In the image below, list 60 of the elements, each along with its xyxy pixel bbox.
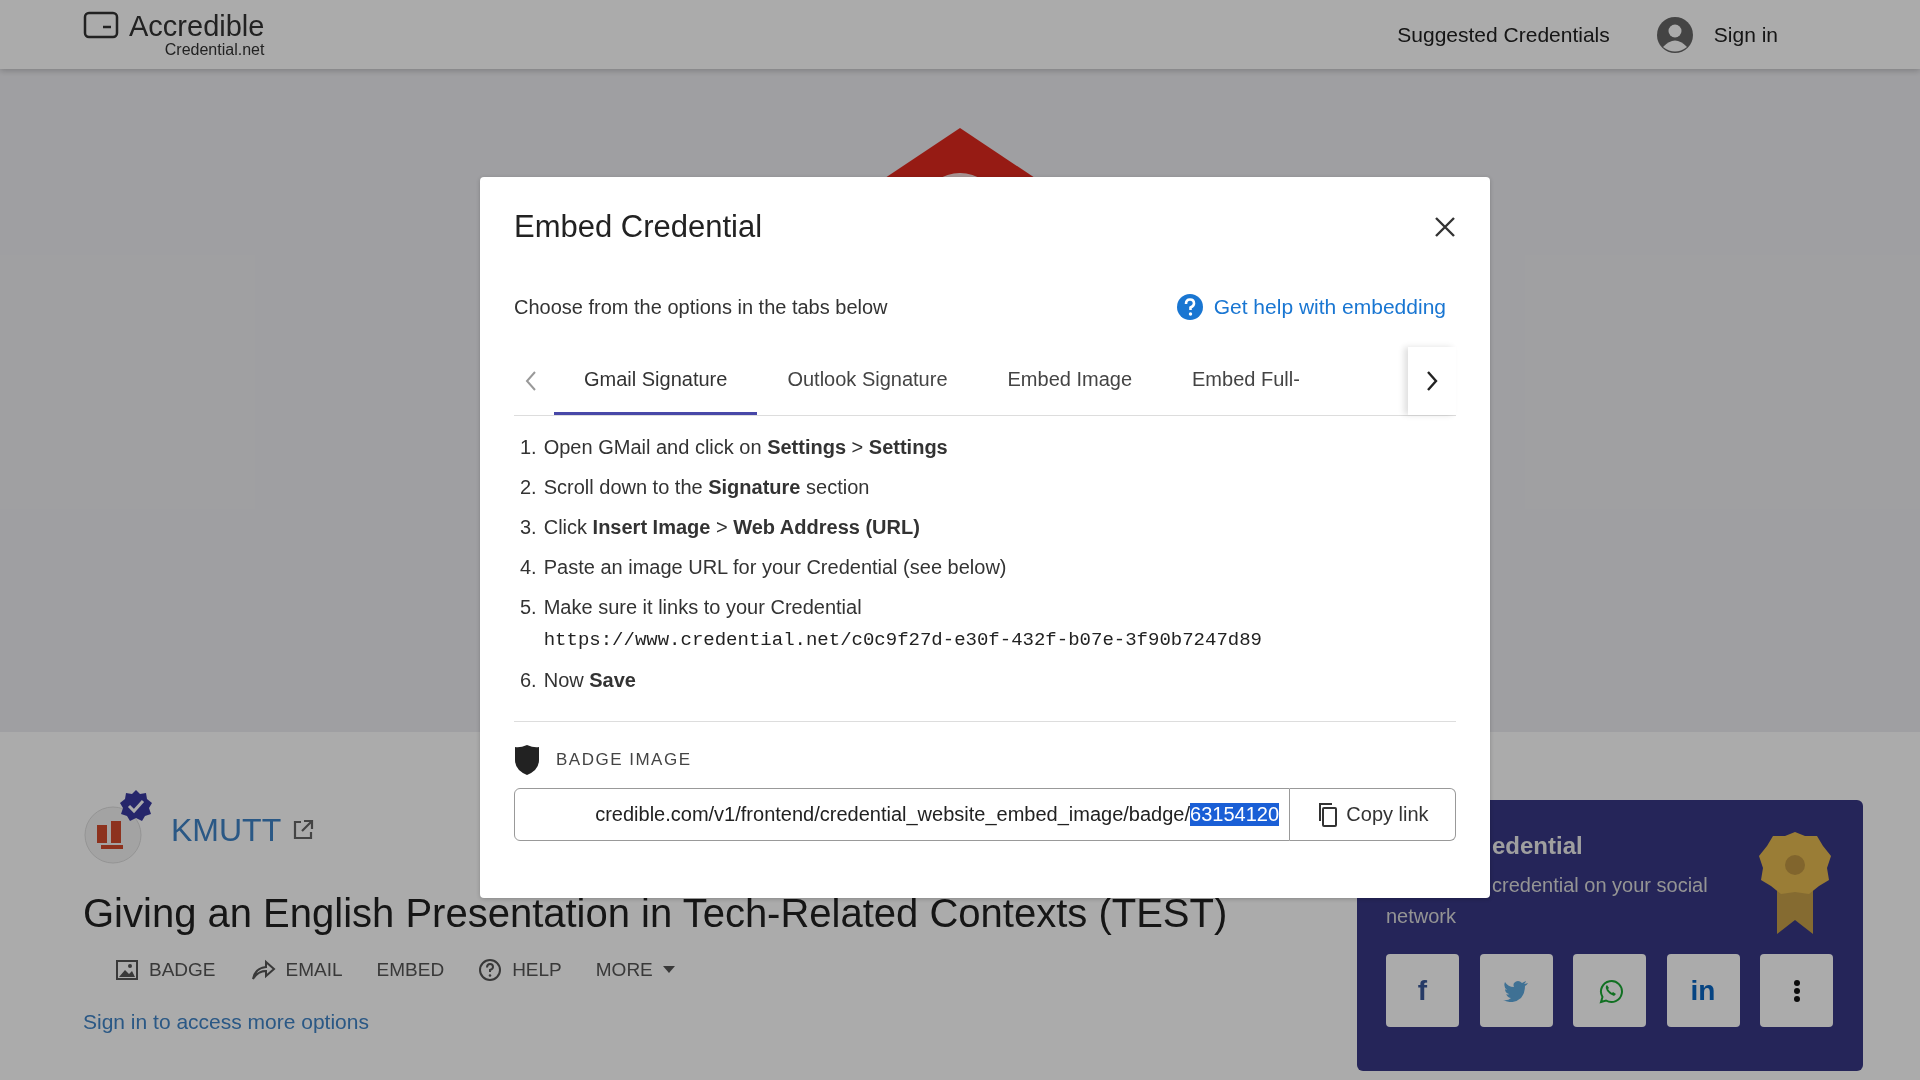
share-button[interactable]: f [1386, 954, 1459, 1027]
help-icon[interactable] [1175, 293, 1204, 321]
step-text: Make sure it links to your Credential [543, 595, 863, 620]
card-description: network [1386, 905, 1458, 928]
action-button[interactable]: EMAIL [237, 950, 355, 990]
avatar-icon[interactable] [1655, 15, 1694, 54]
caret-icon [662, 966, 675, 974]
tab[interactable]: Embed Full- [1162, 347, 1330, 415]
bird-icon [1503, 979, 1529, 1002]
tab[interactable]: Outlook Signature [757, 347, 978, 415]
step-number: 1. [520, 435, 537, 460]
tab[interactable]: Embed Image [977, 347, 1163, 415]
sign-in-prompt-link[interactable]: Sign in to access more options [83, 1010, 369, 1034]
share-icon [249, 959, 276, 981]
issuer-link[interactable]: KMUTT [171, 811, 282, 849]
step-number: 6. [520, 668, 537, 693]
shield-icon [514, 744, 540, 776]
more-icon [1792, 978, 1801, 1003]
action-button[interactable]: BADGE [103, 950, 228, 990]
tab[interactable]: Gmail Signature [554, 347, 758, 415]
logo-subtitle: Credential.net [164, 40, 265, 59]
image-icon [115, 959, 139, 981]
step-text: Paste an image URL for your Credential (see below) [543, 555, 1007, 580]
step-text: Click Insert Image > Web Address (URL) [543, 515, 920, 540]
nav-link[interactable]: Suggested Credentials [1397, 22, 1610, 47]
step-number: 2. [520, 475, 537, 500]
help-link[interactable]: Get help with embedding [1213, 295, 1446, 319]
verified-icon [119, 789, 153, 823]
help-icon [478, 958, 503, 982]
card-title: edential [1491, 832, 1584, 860]
external-link-icon[interactable] [291, 818, 316, 842]
share-button[interactable] [1760, 954, 1833, 1027]
action-button[interactable]: EMBED [364, 950, 457, 990]
award-ribbon-icon [1757, 830, 1833, 934]
action-button[interactable]: MORE [583, 950, 687, 990]
url-field[interactable]: credible.com/v1/frontend/credential_website_embed_image/badge/63154120 [514, 788, 1290, 841]
copy-link-button[interactable]: Copy link [1290, 788, 1456, 841]
close-icon[interactable] [1434, 216, 1456, 238]
chevron-right-icon[interactable] [1425, 370, 1439, 392]
action-button[interactable]: HELP [466, 950, 574, 990]
credential-title: Giving an English Presentation in Tech-Related Contexts (TEST) [83, 891, 1228, 936]
card-description: credential on your social [1491, 874, 1708, 897]
step-number: 5. [520, 595, 537, 620]
card-icon [83, 10, 119, 41]
step-text: Now Save [543, 668, 636, 693]
sign-in-link[interactable]: Sign in [1713, 22, 1778, 47]
share-button[interactable]: in [1666, 954, 1740, 1027]
dialog-title: Embed Credential [514, 209, 763, 245]
step-text: Open GMail and click on Settings > Settings [543, 435, 948, 460]
step-number: 4. [520, 555, 537, 580]
step-number: 3. [520, 515, 537, 540]
step-text: Scroll down to the Signature section [543, 475, 870, 500]
intro-text: Choose from the options in the tabs below [514, 295, 888, 319]
section-label: BADGE IMAGE [556, 750, 692, 770]
share-button[interactable] [1573, 954, 1646, 1027]
credential-url: https://www.credential.net/c0c9f27d-e30f-432f-b07e-3f90b7247d89 [543, 628, 1262, 653]
copy-icon [1316, 801, 1339, 828]
logo-title[interactable]: Accredible [129, 10, 265, 41]
share-button[interactable] [1479, 954, 1553, 1027]
chevron-left-icon[interactable] [524, 370, 538, 392]
